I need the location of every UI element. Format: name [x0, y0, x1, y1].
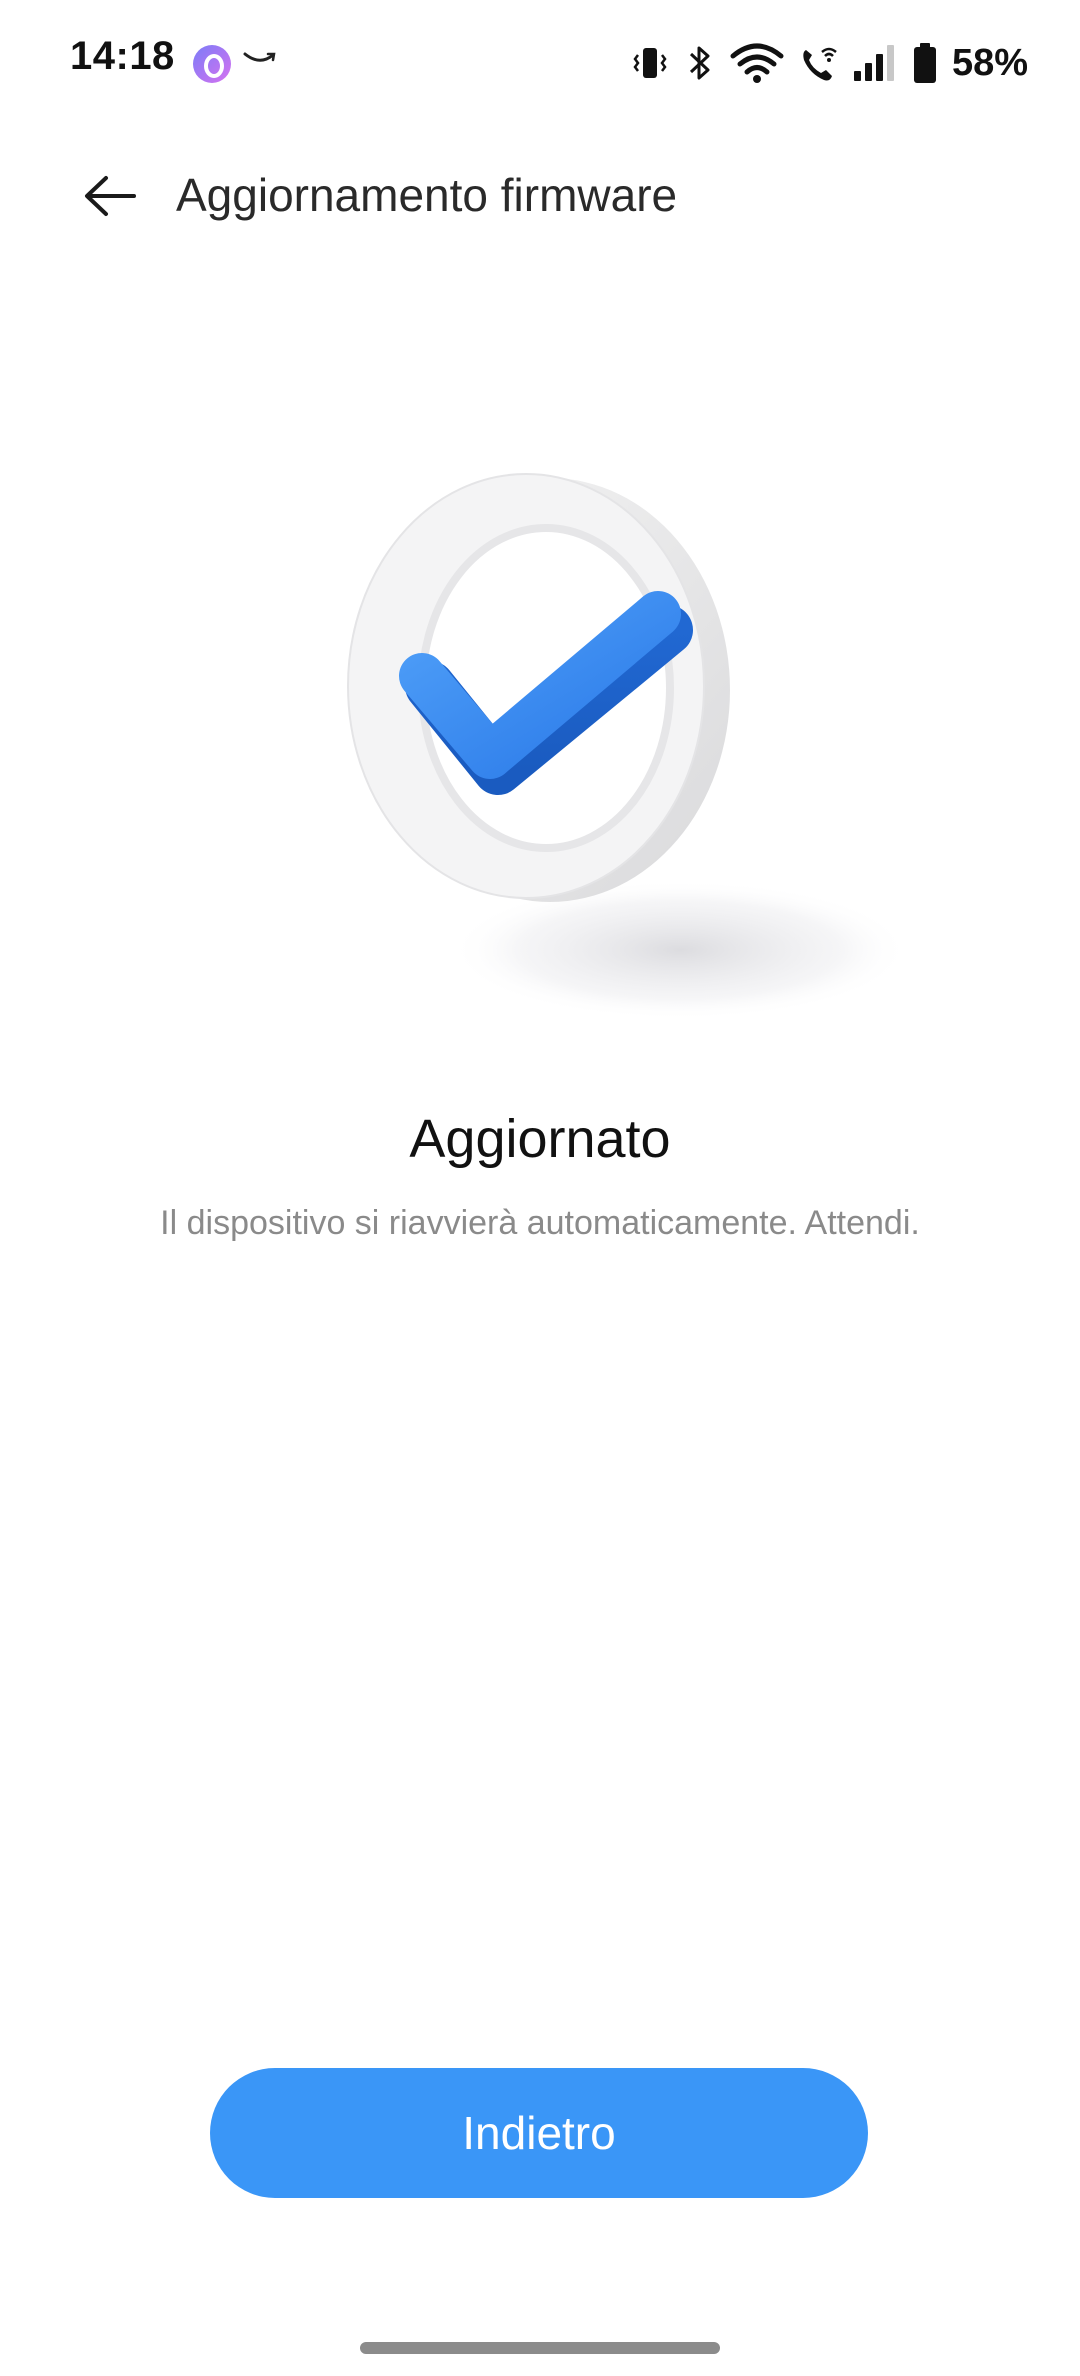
- app-notification-icon: [193, 45, 231, 83]
- status-bar: 14:18 58%: [0, 0, 1080, 130]
- amazon-smile-icon: [243, 52, 276, 62]
- wifi-icon: [730, 42, 784, 84]
- page-title: Aggiornamento firmware: [176, 169, 678, 221]
- check-ring-icon: [347, 473, 910, 1020]
- status-message: Il dispositivo si riavvierà automaticame…: [160, 1204, 920, 1242]
- status-time: 14:18: [70, 34, 175, 78]
- home-indicator[interactable]: [360, 2342, 720, 2354]
- firmware-update-screen: 14:18 58% Aggiornamento firmware Aggiorn…: [0, 0, 1080, 2376]
- signal-icon: [852, 43, 898, 83]
- wifi-call-icon: [798, 42, 838, 84]
- status-icons: 58%: [630, 38, 1028, 88]
- status-heading: Aggiornato: [409, 1109, 671, 1169]
- app-header: Aggiornamento firmware: [0, 150, 1080, 240]
- back-action-button[interactable]: Indietro: [210, 2068, 868, 2198]
- battery-percent: 58%: [951, 41, 1028, 84]
- arrow-left-icon: [85, 176, 136, 216]
- bluetooth-icon: [684, 42, 716, 84]
- back-button[interactable]: [70, 164, 150, 228]
- vibrate-icon: [630, 43, 670, 83]
- battery-icon: [912, 42, 938, 84]
